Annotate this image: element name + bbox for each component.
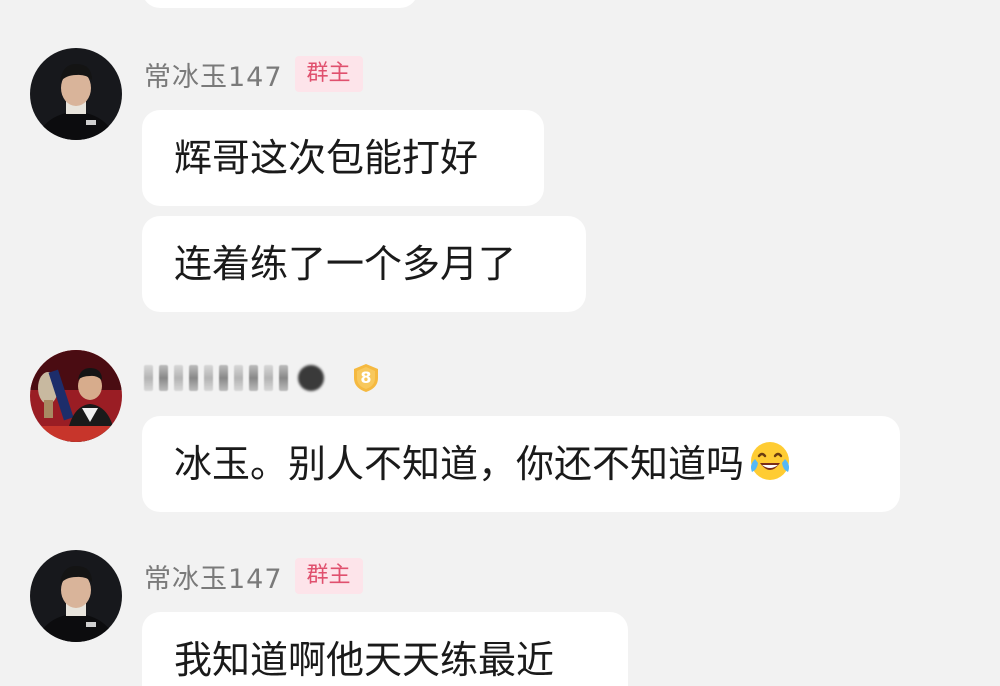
- laughing-crying-emoji-icon: [751, 442, 790, 480]
- avatar[interactable]: [30, 550, 122, 642]
- message-bubble[interactable]: 我知道啊他天天练最近: [142, 612, 628, 686]
- message-text: 冰玉。别人不知道，你还不知道吗: [174, 442, 745, 486]
- sender-header: 8: [144, 358, 382, 398]
- blurred-sender-name: [144, 361, 324, 395]
- previous-message-bubble[interactable]: [142, 0, 418, 8]
- redaction-mark: [189, 365, 198, 391]
- redaction-mark: [234, 365, 243, 391]
- level-badge: 8: [350, 362, 382, 394]
- message-bubble[interactable]: 连着练了一个多月了: [142, 216, 586, 312]
- avatar[interactable]: [30, 48, 122, 140]
- redaction-mark: [159, 365, 168, 391]
- group-owner-badge: 群主: [294, 56, 363, 92]
- message-bubble[interactable]: 冰玉。别人不知道，你还不知道吗: [142, 416, 900, 512]
- redaction-mark: [219, 365, 228, 391]
- message-text: 连着练了一个多月了: [174, 242, 517, 286]
- sender-name[interactable]: 常冰玉147: [144, 557, 283, 596]
- message-text: 我知道啊他天天练最近: [174, 638, 555, 682]
- redaction-mark: [264, 365, 273, 391]
- group-owner-badge: 群主: [294, 558, 363, 594]
- chat-thread: 常冰玉147 群主 辉哥这次包能打好 连着练了一个多月了 8 冰玉。别人不知道，…: [0, 0, 1000, 686]
- avatar[interactable]: [30, 350, 122, 442]
- sender-name[interactable]: 常冰玉147: [144, 55, 283, 94]
- user-avatar-image: [30, 550, 122, 642]
- sender-header: 常冰玉147 群主: [144, 54, 363, 94]
- redaction-mark: [279, 365, 288, 391]
- user-avatar-image: [30, 350, 122, 442]
- user-avatar-image: [30, 48, 122, 140]
- message-text: 辉哥这次包能打好: [174, 136, 479, 180]
- level-number: 8: [360, 368, 372, 387]
- redaction-mark: [298, 365, 324, 391]
- redaction-mark: [249, 365, 258, 391]
- redaction-mark: [174, 365, 183, 391]
- message-bubble[interactable]: 辉哥这次包能打好: [142, 110, 544, 206]
- sender-header: 常冰玉147 群主: [144, 556, 363, 596]
- redaction-mark: [204, 365, 213, 391]
- redaction-mark: [144, 365, 153, 391]
